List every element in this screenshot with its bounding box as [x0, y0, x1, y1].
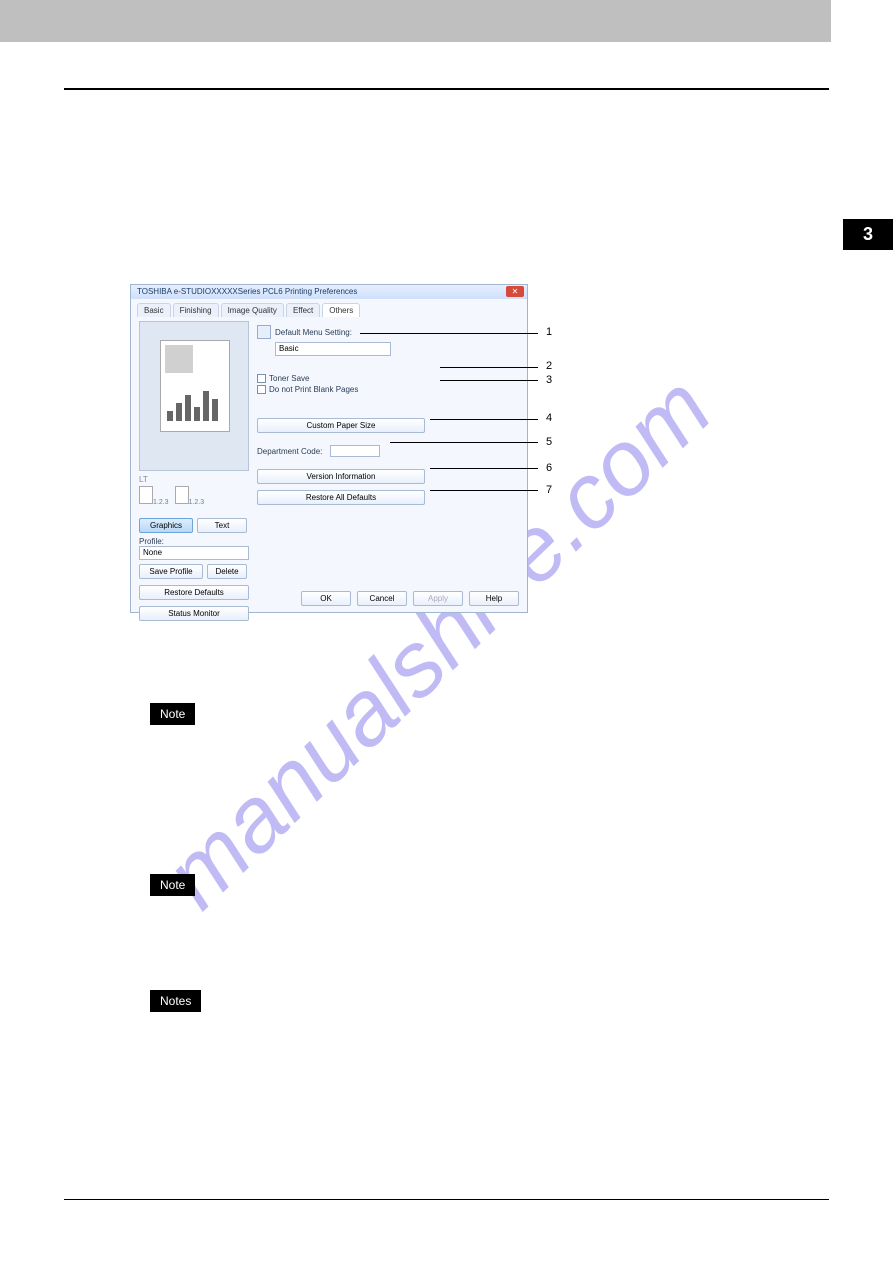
- header-rule: [64, 88, 829, 90]
- restore-defaults-button[interactable]: Restore Defaults: [139, 585, 249, 600]
- delete-button[interactable]: Delete: [207, 564, 247, 579]
- note-badge: Note: [150, 874, 195, 896]
- callout-number: 6: [546, 462, 552, 474]
- paper-size-label: LT: [139, 475, 249, 484]
- help-button[interactable]: Help: [469, 591, 519, 606]
- preview-panel: LT 1.2.3 1.2.3 Graphics Text Profile: No…: [139, 321, 249, 621]
- toner-save-label: Toner Save: [269, 374, 309, 383]
- tab-basic[interactable]: Basic: [137, 303, 171, 317]
- preview-sheet: [160, 340, 230, 432]
- leader-line: [430, 490, 538, 491]
- callout-number: 1: [546, 326, 552, 338]
- page-order-icon: [139, 486, 153, 504]
- page-order-icon: [175, 486, 189, 504]
- leader-line: [360, 333, 538, 334]
- notes-badge: Notes: [150, 990, 201, 1012]
- ok-button[interactable]: OK: [301, 591, 351, 606]
- tab-strip: Basic Finishing Image Quality Effect Oth…: [131, 299, 527, 317]
- profile-select[interactable]: None: [139, 546, 249, 560]
- do-not-print-blank-checkbox[interactable]: Do not Print Blank Pages: [257, 385, 519, 394]
- leader-line: [430, 468, 538, 469]
- default-menu-setting-label: Default Menu Setting:: [275, 328, 352, 337]
- leader-line: [430, 419, 538, 420]
- preview-bars-icon: [167, 385, 225, 421]
- checkbox-icon: [257, 385, 266, 394]
- leader-line: [390, 442, 538, 443]
- tab-others[interactable]: Others: [322, 303, 360, 317]
- toner-save-checkbox[interactable]: Toner Save: [257, 374, 519, 383]
- seq-label: 1.2.3: [153, 499, 169, 506]
- callout-number: 4: [546, 412, 552, 424]
- dialog-titlebar[interactable]: TOSHIBA e-STUDIOXXXXXSeries PCL6 Printin…: [131, 285, 527, 299]
- page-preview: [139, 321, 249, 471]
- do-not-print-blank-label: Do not Print Blank Pages: [269, 385, 358, 394]
- apply-button[interactable]: Apply: [413, 591, 463, 606]
- others-tab-panel: Default Menu Setting: Basic Toner Save D…: [257, 321, 519, 621]
- note-badge: Note: [150, 703, 195, 725]
- save-profile-button[interactable]: Save Profile: [139, 564, 203, 579]
- close-icon[interactable]: ✕: [506, 286, 524, 297]
- dialog-footer: OK Cancel Apply Help: [301, 591, 519, 606]
- status-monitor-button[interactable]: Status Monitor: [139, 606, 249, 621]
- callout-number: 5: [546, 436, 552, 448]
- custom-paper-size-button[interactable]: Custom Paper Size: [257, 418, 425, 433]
- callout-number: 2: [546, 360, 552, 372]
- department-code-input[interactable]: [330, 445, 380, 457]
- restore-all-defaults-button[interactable]: Restore All Defaults: [257, 490, 425, 505]
- leader-line: [440, 367, 538, 368]
- tab-finishing[interactable]: Finishing: [173, 303, 219, 317]
- footer-rule: [64, 1199, 829, 1200]
- default-menu-select[interactable]: Basic: [275, 342, 391, 356]
- profile-label: Profile:: [139, 537, 249, 546]
- tab-effect[interactable]: Effect: [286, 303, 320, 317]
- department-code-label: Department Code:: [257, 447, 322, 456]
- page-sequence-icons: 1.2.3 1.2.3: [139, 486, 249, 506]
- leader-line: [440, 380, 538, 381]
- text-button[interactable]: Text: [197, 518, 247, 533]
- preview-image-icon: [165, 345, 193, 373]
- checkbox-icon: [257, 374, 266, 383]
- chapter-tab: 3: [843, 219, 893, 250]
- version-information-button[interactable]: Version Information: [257, 469, 425, 484]
- callout-number: 7: [546, 484, 552, 496]
- seq-label: 1.2.3: [189, 499, 205, 506]
- tab-image-quality[interactable]: Image Quality: [221, 303, 284, 317]
- dialog-title: TOSHIBA e-STUDIOXXXXXSeries PCL6 Printin…: [137, 287, 357, 296]
- top-banner: [0, 0, 831, 42]
- callout-number: 3: [546, 374, 552, 386]
- cancel-button[interactable]: Cancel: [357, 591, 407, 606]
- menu-icon: [257, 325, 271, 339]
- graphics-button[interactable]: Graphics: [139, 518, 193, 533]
